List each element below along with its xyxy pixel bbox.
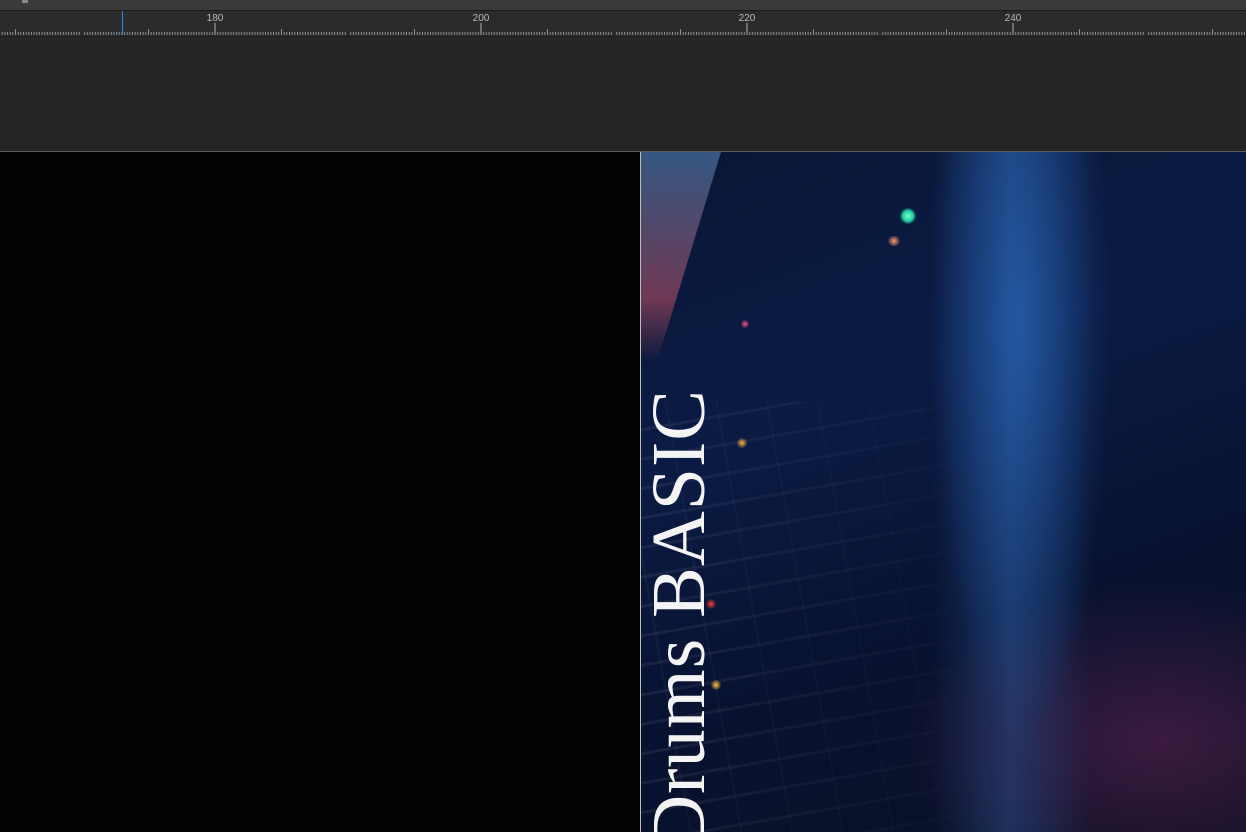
video-editor-window: 180 200 220 240 Drums BASIC — [0, 0, 1246, 832]
preview-black-area — [0, 152, 640, 832]
ruler-ticks: 180 200 220 240 — [1, 13, 1245, 35]
video-preview[interactable] — [0, 151, 1246, 832]
ruler-tick-label: 180 — [207, 13, 224, 24]
amber-light — [737, 438, 747, 448]
playhead-marker-icon[interactable] — [122, 11, 123, 35]
title-overlay-text: Drums BASIC — [637, 389, 721, 832]
toolbar-handle[interactable] — [22, 0, 28, 3]
green-light — [900, 208, 916, 224]
stage-lamp — [641, 152, 721, 362]
timeline-track-area[interactable] — [0, 36, 1246, 152]
ruler-tick-label: 220 — [739, 13, 756, 24]
pink-light — [741, 320, 749, 328]
title-overlay[interactable]: Drums BASIC — [637, 389, 721, 832]
orange-light — [887, 236, 901, 246]
ruler-tick-label: 200 — [473, 13, 490, 24]
stage-photo — [641, 152, 1246, 832]
ruler-tick-label: 240 — [1005, 13, 1022, 24]
toolbar-strip — [0, 0, 1246, 11]
timeline-ruler[interactable]: 180 200 220 240 — [0, 11, 1246, 36]
